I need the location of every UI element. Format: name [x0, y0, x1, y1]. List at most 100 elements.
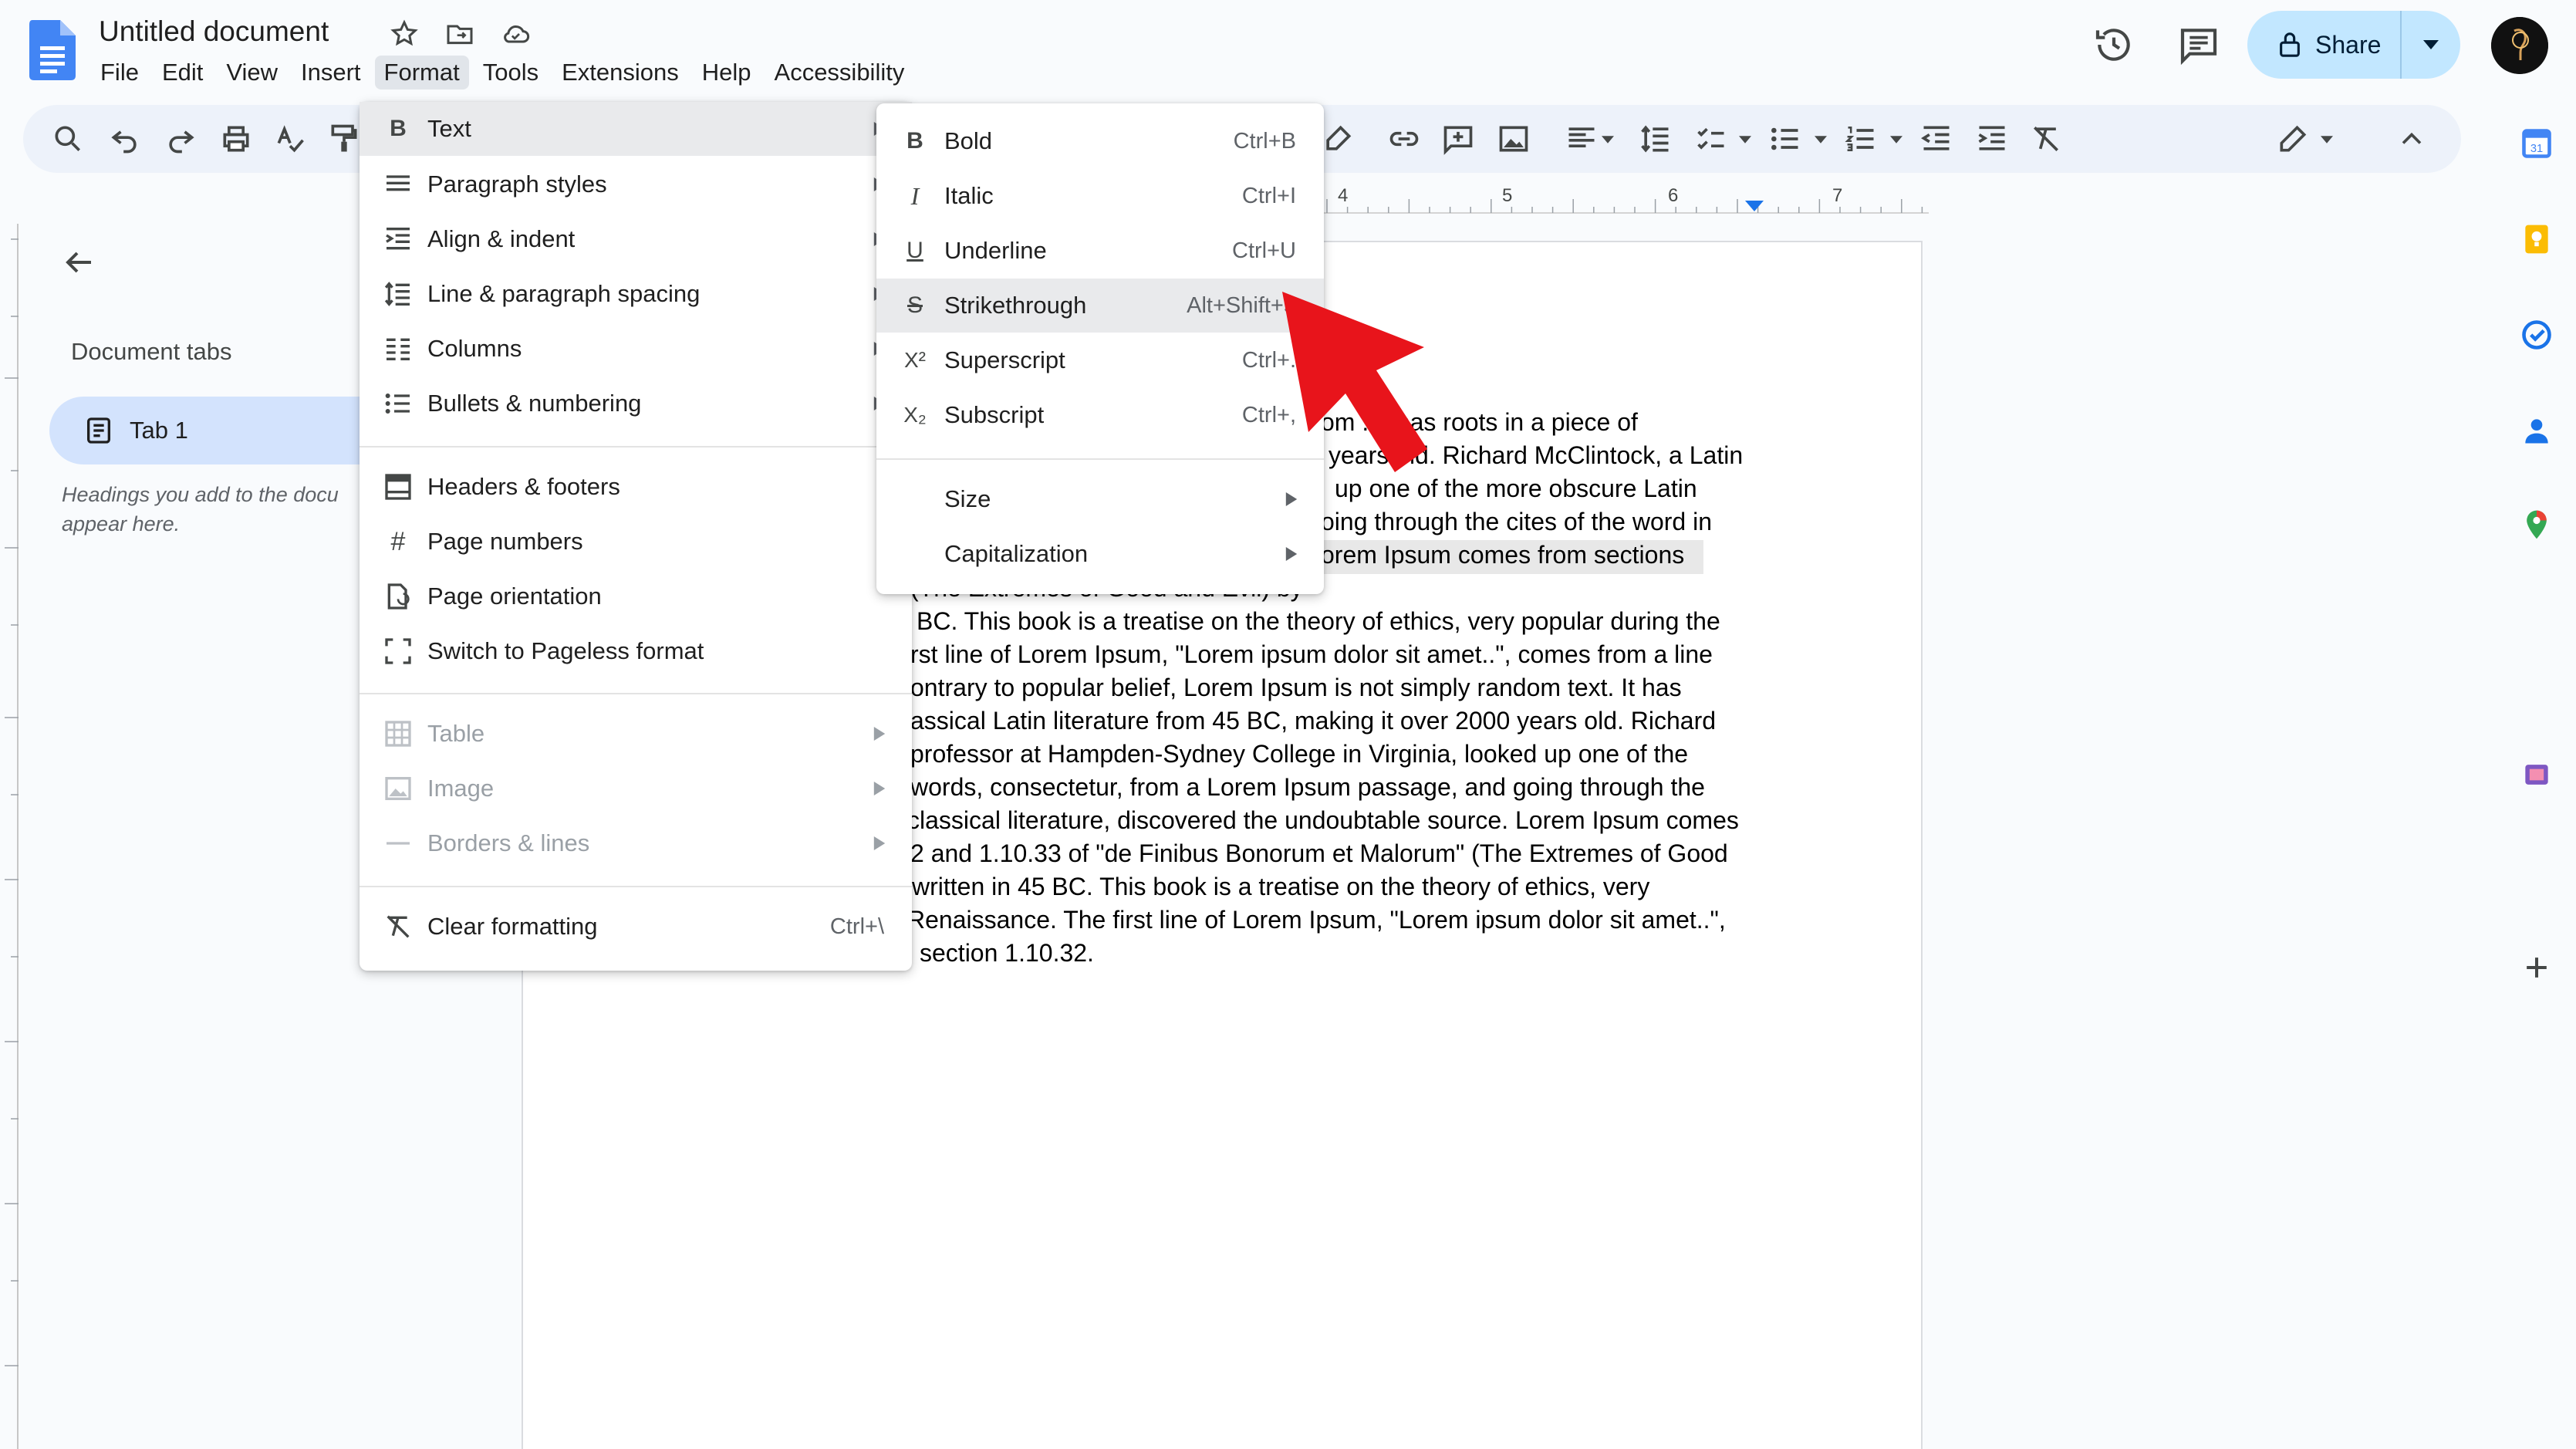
hide-menus-chevron-icon[interactable]	[2395, 122, 2429, 156]
doc-line[interactable]: classical literature, discovered the und…	[907, 804, 1739, 837]
menu-separator	[876, 458, 1324, 460]
menu-format[interactable]: Format	[374, 56, 469, 90]
menu-separator	[360, 693, 912, 694]
keep-icon[interactable]	[2520, 222, 2554, 256]
doc-line[interactable]: professor at Hampden-Sydney College in V…	[910, 738, 1688, 771]
menu-separator	[360, 446, 912, 448]
share-main[interactable]: Share	[2247, 11, 2402, 79]
format-headers-footers-item[interactable]: Headers & footers	[360, 460, 912, 514]
star-icon[interactable]	[389, 19, 420, 49]
menu-view[interactable]: View	[217, 56, 287, 90]
checklist-caret-icon[interactable]	[1739, 136, 1751, 144]
text-strikethrough-item[interactable]: S Strikethrough Alt+Shift+5	[876, 279, 1324, 333]
menu-extensions[interactable]: Extensions	[552, 56, 688, 90]
menu-insert[interactable]: Insert	[292, 56, 370, 90]
clear-formatting-label: Clear formatting	[427, 913, 598, 940]
comments-icon[interactable]	[2177, 23, 2220, 66]
submenu-arrow-icon	[873, 727, 886, 741]
share-dropdown[interactable]	[2402, 40, 2460, 49]
cloud-saved-icon[interactable]	[500, 19, 531, 49]
menu-bar: File Edit View Insert Format Tools Exten…	[91, 56, 918, 90]
doc-line[interactable]: rst line of Lorem Ipsum, "Lorem ipsum do…	[910, 638, 1713, 671]
clear-formatting-toolbar-icon[interactable]	[2029, 122, 2063, 156]
doc-line[interactable]: ontrary to popular belief, Lorem Ipsum i…	[910, 671, 1682, 704]
doc-line[interactable]: words, consectetur, from a Lorem Ipsum p…	[910, 771, 1705, 804]
increase-indent-icon[interactable]	[1975, 122, 2009, 156]
add-comment-icon[interactable]	[1441, 122, 1475, 156]
decrease-indent-icon[interactable]	[1919, 122, 1953, 156]
text-underline-item[interactable]: U Underline Ctrl+U	[876, 224, 1324, 278]
checklist-icon[interactable]	[1694, 122, 1728, 156]
text-italic-item[interactable]: I Italic Ctrl+I	[876, 169, 1324, 223]
align-icon[interactable]	[1565, 122, 1599, 156]
editing-mode-pencil-icon[interactable]	[2276, 122, 2310, 156]
addon-icon[interactable]	[2520, 758, 2554, 792]
menu-edit[interactable]: Edit	[153, 56, 212, 90]
format-page-numbers-item[interactable]: # Page numbers	[360, 515, 912, 569]
editing-mode-caret-icon[interactable]	[2321, 136, 2333, 144]
print-icon[interactable]	[219, 122, 253, 156]
document-title[interactable]: Untitled document	[99, 15, 329, 48]
doc-line[interactable]: written in 45 BC. This book is a treatis…	[912, 870, 1649, 904]
contacts-icon[interactable]	[2520, 414, 2554, 448]
text-bold-item[interactable]: B Bold Ctrl+B	[876, 114, 1324, 168]
tasks-icon[interactable]	[2520, 318, 2554, 352]
paint-format-icon[interactable]	[327, 122, 361, 156]
numbered-list-icon[interactable]	[1844, 122, 1878, 156]
insert-link-icon[interactable]	[1387, 122, 1421, 156]
numbered-caret-icon[interactable]	[1890, 136, 1902, 144]
doc-line[interactable]: oing through the cites of the word in	[1321, 505, 1712, 539]
format-columns-item[interactable]: Columns	[360, 322, 912, 376]
bullets-label: Bullets & numbering	[427, 390, 642, 417]
text-capitalization-item[interactable]: Capitalization	[876, 527, 1324, 581]
avatar[interactable]	[2491, 17, 2548, 74]
menu-accessibility[interactable]: Accessibility	[765, 56, 914, 90]
maps-icon[interactable]	[2520, 508, 2554, 542]
image-icon	[385, 777, 411, 800]
format-align-indent-item[interactable]: Align & indent	[360, 212, 912, 266]
text-size-item[interactable]: Size	[876, 472, 1324, 526]
bulleted-list-icon[interactable]	[1768, 122, 1802, 156]
ruler-tick-4: 4	[1338, 185, 1349, 206]
format-line-spacing-item[interactable]: Line & paragraph spacing	[360, 267, 912, 321]
doc-line[interactable]: orem Ipsum comes from sections	[1321, 539, 1684, 572]
size-label: Size	[944, 485, 991, 512]
menu-file[interactable]: File	[91, 56, 148, 90]
insert-image-icon[interactable]	[1497, 122, 1531, 156]
bullets-caret-icon[interactable]	[1815, 136, 1827, 144]
version-history-icon[interactable]	[2092, 23, 2135, 66]
format-clear-formatting-item[interactable]: Clear formatting Ctrl+\	[360, 900, 912, 954]
move-folder-icon[interactable]	[444, 19, 475, 49]
spellcheck-icon[interactable]	[273, 122, 307, 156]
doc-line[interactable]: 2 and 1.10.33 of "de Finibus Bonorum et …	[910, 837, 1728, 870]
share-button[interactable]: Share	[2247, 11, 2460, 79]
format-paragraph-styles-item[interactable]: Paragraph styles	[360, 157, 912, 211]
strikethrough-label: Strikethrough	[944, 292, 1087, 319]
get-addons-plus-icon[interactable]	[2520, 951, 2554, 985]
calendar-icon[interactable]: 31	[2520, 127, 2554, 160]
docs-logo-icon[interactable]	[29, 20, 76, 80]
doc-line[interactable]: Renaissance. The first line of Lorem Ips…	[907, 904, 1726, 937]
underline-shortcut: Ctrl+U	[1232, 238, 1296, 263]
format-text-item[interactable]: B Text	[360, 102, 912, 156]
table-label: Table	[427, 720, 485, 747]
search-menus-icon[interactable]	[51, 122, 85, 156]
line-spacing-label: Line & paragraph spacing	[427, 280, 701, 307]
highlight-pen-icon[interactable]	[1321, 122, 1355, 156]
format-bullets-item[interactable]: Bullets & numbering	[360, 377, 912, 431]
doc-line[interactable]: assical Latin literature from 45 BC, mak…	[910, 704, 1716, 738]
superscript-label: Superscript	[944, 346, 1065, 373]
undo-icon[interactable]	[108, 122, 142, 156]
redo-icon[interactable]	[164, 122, 198, 156]
back-arrow-icon[interactable]	[60, 244, 97, 281]
menu-help[interactable]: Help	[693, 56, 761, 90]
format-pageless-item[interactable]: Switch to Pageless format	[360, 624, 912, 678]
text-superscript-item[interactable]: X² Superscript Ctrl+.	[876, 333, 1324, 387]
doc-line[interactable]: section 1.10.32.	[920, 937, 1094, 970]
line-spacing-icon[interactable]	[1639, 122, 1673, 156]
align-caret-icon[interactable]	[1602, 136, 1614, 144]
format-page-orientation-item[interactable]: Page orientation	[360, 569, 912, 623]
menu-tools[interactable]: Tools	[474, 56, 548, 90]
text-subscript-item[interactable]: X₂ Subscript Ctrl+,	[876, 388, 1324, 442]
doc-line[interactable]: BC. This book is a treatise on the theor…	[917, 605, 1720, 638]
